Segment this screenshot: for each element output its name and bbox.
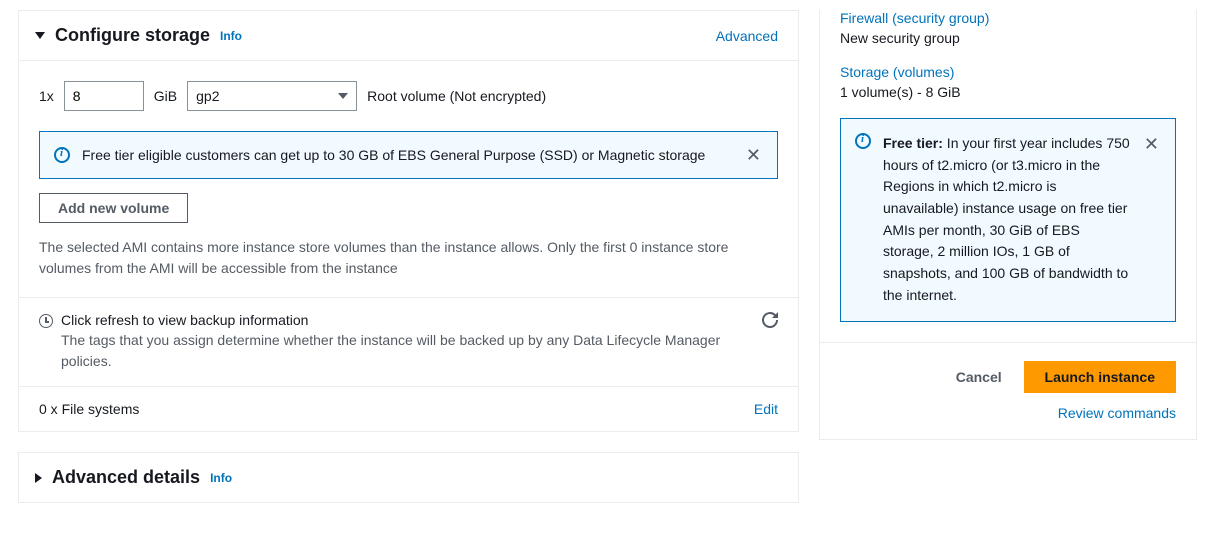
advanced-details-title: Advanced details	[52, 467, 200, 488]
configure-storage-header[interactable]: Configure storage Info Advanced	[19, 11, 798, 60]
configure-storage-info-link[interactable]: Info	[220, 29, 242, 43]
free-tier-summary-alert: Free tier: In your first year includes 7…	[840, 118, 1176, 322]
storage-value: 1 volume(s) - 8 GiB	[840, 84, 1176, 100]
alert-message: Free tier eligible customers can get up …	[82, 147, 732, 163]
advanced-details-info-link[interactable]: Info	[210, 471, 232, 485]
cancel-button[interactable]: Cancel	[956, 369, 1002, 385]
volume-unit: GiB	[154, 88, 177, 104]
add-new-volume-button[interactable]: Add new volume	[39, 193, 188, 223]
chevron-down-icon	[35, 32, 45, 39]
advanced-details-panel: Advanced details Info	[18, 452, 799, 503]
root-volume-desc: Root volume (Not encrypted)	[367, 88, 546, 104]
volume-type-select[interactable]: gp2	[187, 81, 357, 111]
chevron-down-icon	[338, 93, 348, 99]
firewall-value: New security group	[840, 30, 1176, 46]
file-systems-count: 0 x File systems	[39, 401, 139, 417]
info-icon	[855, 133, 871, 149]
volume-size-input[interactable]	[64, 81, 144, 111]
file-systems-edit-link[interactable]: Edit	[754, 401, 778, 417]
chevron-right-icon	[35, 473, 42, 483]
summary-panel: Firewall (security group) New security g…	[819, 10, 1197, 440]
advanced-link[interactable]: Advanced	[716, 28, 778, 44]
root-volume-row: 1x GiB gp2 Root volume (Not encrypted)	[39, 61, 778, 131]
summary-footer: Cancel Launch instance Review commands	[820, 342, 1196, 439]
storage-heading-link[interactable]: Storage (volumes)	[840, 64, 1176, 80]
summary-firewall-group: Firewall (security group) New security g…	[840, 10, 1176, 46]
ami-store-volumes-note: The selected AMI contains more instance …	[39, 237, 778, 279]
summary-storage-group: Storage (volumes) 1 volume(s) - 8 GiB	[840, 64, 1176, 100]
review-commands-link[interactable]: Review commands	[840, 405, 1176, 421]
clock-icon	[39, 314, 53, 328]
configure-storage-title: Configure storage	[55, 25, 210, 46]
volume-type-value: gp2	[196, 88, 219, 104]
advanced-details-header[interactable]: Advanced details Info	[19, 453, 798, 502]
backup-info-section: Click refresh to view backup information…	[19, 297, 798, 386]
info-icon	[54, 147, 70, 163]
quantity-prefix: 1x	[39, 88, 54, 104]
firewall-heading-link[interactable]: Firewall (security group)	[840, 10, 1176, 26]
refresh-icon[interactable]	[762, 312, 778, 331]
refresh-note: The tags that you assign determine wheth…	[61, 330, 754, 372]
free-tier-storage-alert: Free tier eligible customers can get up …	[39, 131, 778, 179]
file-systems-row: 0 x File systems Edit	[19, 386, 798, 431]
launch-instance-button[interactable]: Launch instance	[1024, 361, 1176, 393]
close-icon[interactable]: ✕	[744, 144, 763, 166]
close-icon[interactable]: ✕	[1142, 133, 1161, 155]
refresh-headline: Click refresh to view backup information	[61, 312, 754, 328]
free-tier-text: In your first year includes 750 hours of…	[883, 135, 1130, 303]
configure-storage-panel: Configure storage Info Advanced 1x GiB g…	[18, 10, 799, 432]
free-tier-bold: Free tier:	[883, 135, 943, 151]
